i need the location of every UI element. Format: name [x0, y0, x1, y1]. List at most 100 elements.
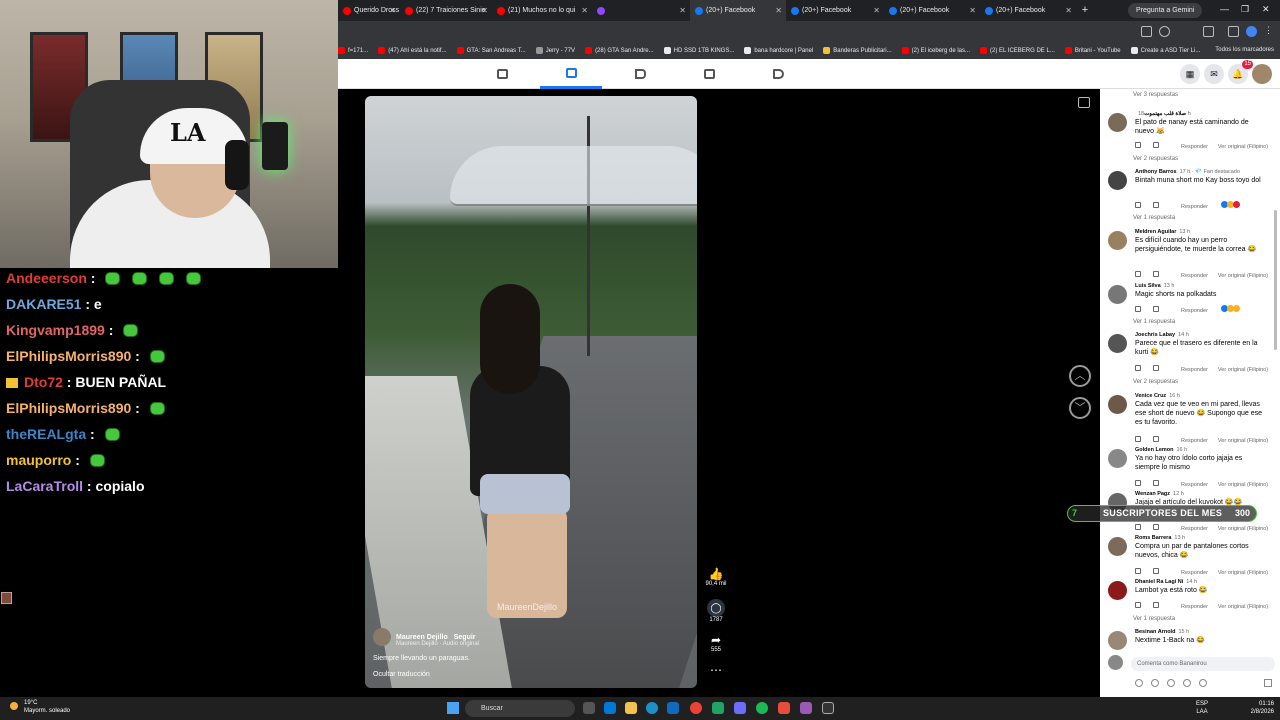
chat-username[interactable]: Andeeerson [6, 270, 87, 286]
close-window-icon[interactable]: ✕ [1262, 4, 1270, 15]
send-icon[interactable] [1264, 679, 1272, 687]
comment-author-name[interactable]: Dhaniel Ra Lagi Ni [1135, 579, 1183, 585]
browser-tab[interactable]: (21) Muchos no lo qui ✕ [492, 0, 592, 21]
bookmark-item[interactable]: HD SSD 1TB KINGS... [663, 47, 734, 54]
like-icon[interactable] [1135, 436, 1141, 442]
all-bookmarks-folder[interactable]: Todos los marcadores [1215, 42, 1274, 59]
dislike-icon[interactable] [1153, 602, 1159, 608]
avatar[interactable] [1108, 449, 1127, 468]
comment-input[interactable]: Comenta como Bananirou [1131, 657, 1275, 671]
close-tab-icon[interactable]: ✕ [679, 6, 686, 15]
comment-author[interactable]: Joechris Labay 14 h [1135, 332, 1189, 338]
expand-icon[interactable] [1078, 97, 1090, 108]
image-icon[interactable] [1199, 679, 1207, 687]
bookmark-item[interactable]: GTA: San Andreas T... [456, 47, 526, 54]
like-icon[interactable] [1135, 568, 1141, 574]
app-icon[interactable] [800, 702, 812, 714]
app-icon[interactable] [778, 702, 790, 714]
previous-reel-button[interactable]: ︿ [1069, 365, 1091, 387]
like-icon[interactable] [1135, 480, 1141, 486]
reply-button[interactable]: Responder [1181, 204, 1208, 210]
comment-author[interactable]: Luis Silva 13 h [1135, 283, 1174, 289]
bookmark-item[interactable]: f=171... [338, 47, 368, 54]
app-icon[interactable] [712, 702, 724, 714]
comment-button[interactable]: ◯ 1787 [704, 599, 728, 623]
chat-username[interactable]: Dto72 [24, 374, 63, 390]
avatar[interactable] [1108, 285, 1127, 304]
view-replies-link[interactable]: Ver 1 respuesta [1133, 215, 1175, 221]
comment-author-name[interactable]: صلاة قلب مهتموت [1144, 111, 1186, 117]
messenger-button[interactable]: ✉ [1204, 64, 1224, 84]
comment-author-name[interactable]: Meldren Aguilar [1135, 229, 1176, 235]
dislike-icon[interactable] [1153, 271, 1159, 277]
view-replies-link[interactable]: Ver 3 respuestas [1133, 92, 1178, 98]
avatar[interactable] [1108, 631, 1127, 650]
audio-label[interactable]: Maureen Dejillo · Audio original [396, 641, 479, 647]
dislike-icon[interactable] [1153, 142, 1159, 148]
comment-author-name[interactable]: Wenzan Pagz [1135, 491, 1170, 497]
close-tab-icon[interactable]: ✕ [775, 6, 782, 15]
bookmark-item[interactable]: (47) Ahí está la notif... [378, 47, 447, 54]
new-tab-button[interactable]: + [1076, 0, 1094, 21]
reply-button[interactable]: Responder [1181, 570, 1208, 576]
comment-author[interactable]: صلاة قلب مهتموت18 h [1135, 111, 1191, 117]
avatar[interactable] [1108, 537, 1127, 556]
reactions[interactable] [1220, 305, 1240, 314]
weather-widget[interactable]: 19°C Mayorm. soleado [10, 699, 70, 715]
bookmark-item[interactable]: Jerry - 77V [535, 47, 575, 54]
comments-scrollbar[interactable] [1274, 210, 1277, 350]
start-button[interactable] [447, 702, 459, 714]
comment-author-name[interactable]: Luis Silva [1135, 283, 1161, 289]
like-icon[interactable] [1135, 202, 1141, 208]
like-button[interactable]: 👍 90,4 mil [704, 567, 728, 587]
share-button[interactable]: ➦ 555 [704, 633, 728, 653]
see-original-link[interactable]: Ver original (Filipino) [1218, 144, 1268, 150]
chat-username[interactable]: theREALgta [6, 426, 86, 442]
gif-icon[interactable] [1183, 679, 1191, 687]
comment-author[interactable]: Besinan Arnold 15 h [1135, 629, 1189, 635]
dislike-icon[interactable] [1153, 524, 1159, 530]
task-view-icon[interactable] [583, 702, 595, 714]
spotify-icon[interactable] [756, 702, 768, 714]
comment-author-name[interactable]: Roms Barrera [1135, 535, 1171, 541]
extensions-icon[interactable] [1203, 26, 1214, 37]
close-tab-icon[interactable]: ✕ [969, 6, 976, 15]
more-options-icon[interactable]: ⋯ [704, 663, 728, 677]
bookmark-item[interactable]: bana hardcore | Panel [744, 47, 813, 54]
see-original-link[interactable]: Ver original (Filipino) [1218, 482, 1268, 488]
see-original-link[interactable]: Ver original (Filipino) [1218, 273, 1268, 279]
like-icon[interactable] [1135, 142, 1141, 148]
hide-translation-link[interactable]: Ocultar traducción [373, 671, 430, 678]
menu-icon[interactable]: ⋮ [1264, 26, 1275, 37]
notifications-button[interactable]: 🔔 15 [1228, 60, 1253, 84]
reel-video[interactable]: MaureenDejillo Maureen Dejillo Seguir Ma… [365, 96, 697, 688]
bookmark-item[interactable]: Britani - YouTube [1064, 47, 1121, 54]
reply-button[interactable]: Responder [1181, 308, 1208, 314]
avatar[interactable] [1108, 581, 1127, 600]
browser-tab[interactable]: (20+) Facebook ✕ [690, 0, 786, 21]
bookmark-item[interactable]: (2) El iceberg de las... [901, 47, 970, 54]
avatar[interactable] [1108, 113, 1127, 132]
star-icon[interactable] [1159, 26, 1170, 37]
comment-author[interactable]: Venice Cruz 16 h [1135, 393, 1180, 399]
dislike-icon[interactable] [1153, 365, 1159, 371]
ads-tab[interactable] [747, 59, 809, 89]
dislike-icon[interactable] [1153, 480, 1159, 486]
close-tab-icon[interactable]: ✕ [481, 6, 488, 15]
profile-icon[interactable] [1246, 26, 1257, 37]
edge-icon[interactable] [646, 702, 658, 714]
close-tab-icon[interactable]: ✕ [1065, 6, 1072, 15]
see-original-link[interactable]: Ver original (Filipino) [1218, 604, 1268, 610]
like-icon[interactable] [1135, 306, 1141, 312]
see-original-link[interactable]: Ver original (Filipino) [1218, 367, 1268, 373]
like-icon[interactable] [1135, 365, 1141, 371]
dislike-icon[interactable] [1153, 436, 1159, 442]
browser-tab[interactable]: ✕ [592, 0, 690, 21]
avatar[interactable] [1108, 231, 1127, 250]
browser-tab[interactable]: Querido Dross R✕ [338, 0, 400, 21]
reply-button[interactable]: Responder [1181, 367, 1208, 373]
bookmark-item[interactable]: (28) GTA San Andre... [585, 47, 654, 54]
view-replies-link[interactable]: Ver 1 respuesta [1133, 319, 1175, 325]
mail-icon[interactable] [667, 702, 679, 714]
reels-tab[interactable] [540, 59, 602, 89]
